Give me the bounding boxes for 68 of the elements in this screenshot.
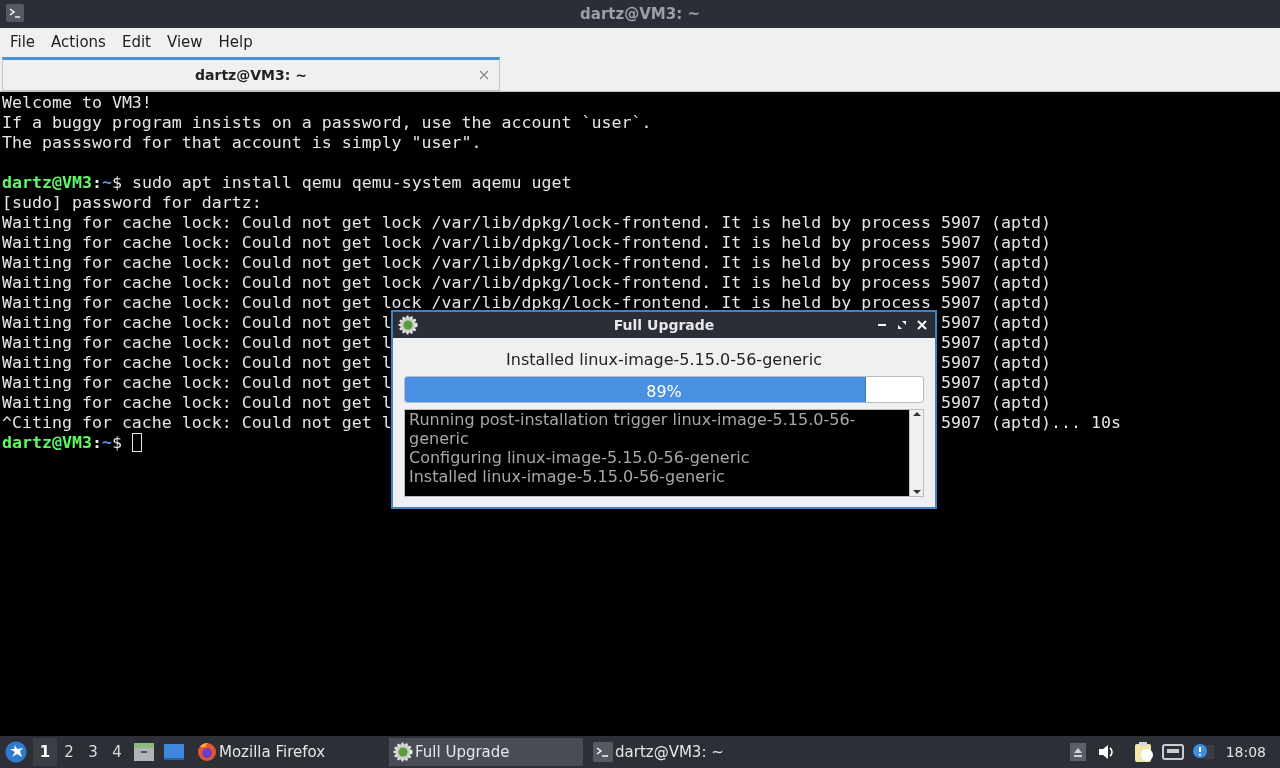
gear-icon [398, 315, 418, 335]
terminal-icon [6, 4, 24, 22]
eject-icon[interactable] [1069, 743, 1086, 761]
terminal-line: Waiting for cache lock: Could not get lock /var/lib/dpkg/lock-frontend. It is held by process 5907 (aptd) [2, 253, 1051, 272]
menu-item[interactable]: Edit [113, 30, 159, 54]
terminal-line: ^Citing for cache lock: Could not get l [2, 413, 392, 432]
terminal-line: 5907 (aptd) [941, 333, 1051, 353]
notification-icon[interactable] [1191, 743, 1214, 761]
firefox-icon [197, 742, 217, 762]
menu-item[interactable]: View [158, 30, 211, 54]
terminal-line: If a buggy program insists on a password, use the account `user`. [2, 113, 652, 132]
terminal-line: [sudo] password for dartz: [2, 193, 262, 212]
prompt-path: ~ [101, 173, 112, 192]
terminal-icon [593, 742, 613, 762]
prompt-symbol: $ [111, 433, 122, 452]
terminal-line: Waiting for cache lock: Could not get lock /var/lib/dpkg/lock-frontend. It is held by process 5907 (aptd) [2, 213, 1051, 232]
scrollbar[interactable] [909, 410, 923, 496]
tab[interactable]: dartz@VM3: ~ [2, 57, 500, 91]
prompt-path: ~ [101, 433, 112, 452]
prompt-user: dartz@VM3 [2, 173, 92, 192]
taskbar-button[interactable]: dartz@VM3: ~ [589, 738, 779, 766]
volume-icon[interactable] [1097, 744, 1116, 760]
window-title: dartz@VM3: ~ [580, 3, 700, 25]
terminal-line: 5907 (aptd) [941, 313, 1051, 333]
workspace-button[interactable]: 2 [57, 738, 81, 766]
dialog-title: Full Upgrade [613, 315, 715, 335]
terminal-line: Waiting for cache lock: Could not get lock /var/lib/dpkg/lock-frontend. It is held by process 5907 (aptd) [2, 293, 1051, 312]
prompt-symbol: $ [111, 173, 122, 192]
progress-label: 89% [646, 381, 682, 402]
scroll-down-icon[interactable] [912, 488, 921, 496]
start-menu-icon[interactable] [5, 741, 27, 763]
terminal-line: 5907 (aptd) [941, 373, 1051, 393]
taskbar-button[interactable]: Full Upgrade [389, 738, 583, 766]
terminal-line: Waiting for cache lock: Could not get l [2, 333, 392, 352]
terminal-line: Waiting for cache lock: Could not get l [2, 353, 392, 372]
terminal-line: Waiting for cache lock: Could not get l [2, 373, 392, 392]
clipboard-icon[interactable] [1133, 741, 1154, 763]
network-icon[interactable] [1161, 743, 1184, 761]
menu-item[interactable]: Actions [43, 30, 114, 54]
terminal-line: Waiting for cache lock: Could not get l [2, 393, 392, 412]
terminal-line: Waiting for cache lock: Could not get lock /var/lib/dpkg/lock-frontend. It is held by process 5907 (aptd) [2, 233, 1051, 252]
status-text: Installed linux-image-5.15.0-56-generic [505, 350, 823, 370]
workspace-button[interactable]: 4 [105, 738, 129, 766]
menu-item[interactable]: File [2, 30, 44, 54]
command-text: sudo apt install qemu qemu-system aqemu uget [130, 173, 572, 192]
file-manager-icon[interactable] [133, 742, 155, 762]
terminal-line: Welcome to VM3! [2, 93, 152, 112]
prompt-separator: : [91, 173, 102, 192]
workspace-button[interactable]: 1 [33, 738, 57, 766]
terminal-line: 5907 (aptd)... 10s [941, 413, 1121, 433]
terminal-line: 5907 (aptd) [941, 353, 1051, 373]
maximize-icon[interactable] [897, 320, 907, 330]
log-line: Configuring linux-image-5.15.0-56-generic [409, 448, 751, 467]
terminal-line: The passsword for that account is simply "user". [2, 133, 482, 152]
terminal-line: 5907 (aptd) [941, 393, 1051, 413]
prompt-separator: : [91, 433, 102, 452]
taskbar-button[interactable]: Mozilla Firefox [193, 738, 383, 766]
prompt-user: dartz@VM3 [2, 433, 92, 452]
clock[interactable]: 18:08 [1225, 741, 1266, 763]
gear-icon [393, 742, 413, 762]
log-line: Installed linux-image-5.15.0-56-generic [409, 467, 726, 486]
desktop-icon[interactable] [163, 743, 185, 761]
scroll-up-icon[interactable] [912, 410, 921, 418]
menu-item[interactable]: Help [210, 30, 261, 54]
terminal-line: Waiting for cache lock: Could not get lock /var/lib/dpkg/lock-frontend. It is held by process 5907 (aptd) [2, 273, 1051, 292]
log-line: Running post-installation trigger linux-image-5.15.0-56-generic [409, 410, 857, 448]
workspace-button[interactable]: 3 [81, 738, 105, 766]
terminal-line: Waiting for cache lock: Could not get l [2, 313, 392, 332]
